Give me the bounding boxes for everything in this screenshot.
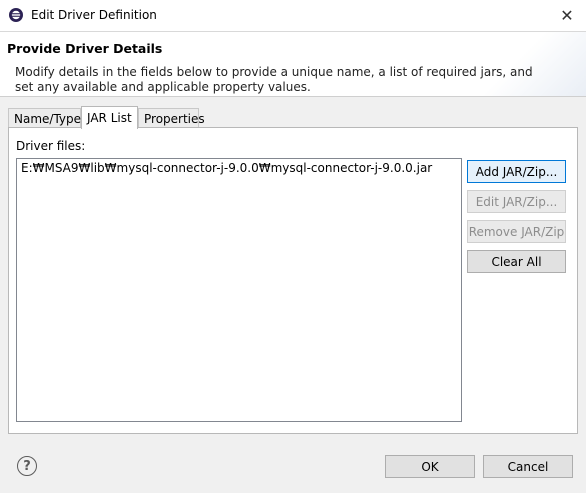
title-bar: Edit Driver Definition ✕	[0, 0, 586, 32]
tab-name-type[interactable]: Name/Type	[8, 108, 81, 128]
edit-jar-button[interactable]: Edit JAR/Zip...	[467, 190, 566, 213]
close-icon[interactable]: ✕	[554, 3, 580, 27]
clear-all-button[interactable]: Clear All	[467, 250, 566, 273]
window-title: Edit Driver Definition	[31, 8, 157, 22]
eclipse-app-icon	[9, 8, 23, 22]
driver-files-list[interactable]: E:₩MSA9₩lib₩mysql-connector-j-9.0.0₩mysq…	[16, 158, 462, 422]
remove-jar-button[interactable]: Remove JAR/Zip	[467, 220, 566, 243]
tab-properties[interactable]: Properties	[138, 108, 205, 128]
dialog-header: Provide Driver Details Modify details in…	[0, 32, 586, 97]
ok-button[interactable]: OK	[385, 455, 475, 478]
jar-list-panel: Driver files: E:₩MSA9₩lib₩mysql-connecto…	[8, 127, 578, 434]
cancel-button[interactable]: Cancel	[483, 455, 573, 478]
list-item[interactable]: E:₩MSA9₩lib₩mysql-connector-j-9.0.0₩mysq…	[21, 161, 432, 175]
driver-files-label: Driver files:	[16, 139, 86, 153]
help-icon[interactable]: ?	[17, 456, 37, 476]
header-description: Modify details in the fields below to pr…	[15, 65, 533, 94]
header-title: Provide Driver Details	[7, 41, 163, 56]
tab-jar-list[interactable]: JAR List	[81, 106, 138, 129]
add-jar-button[interactable]: Add JAR/Zip...	[467, 160, 566, 183]
